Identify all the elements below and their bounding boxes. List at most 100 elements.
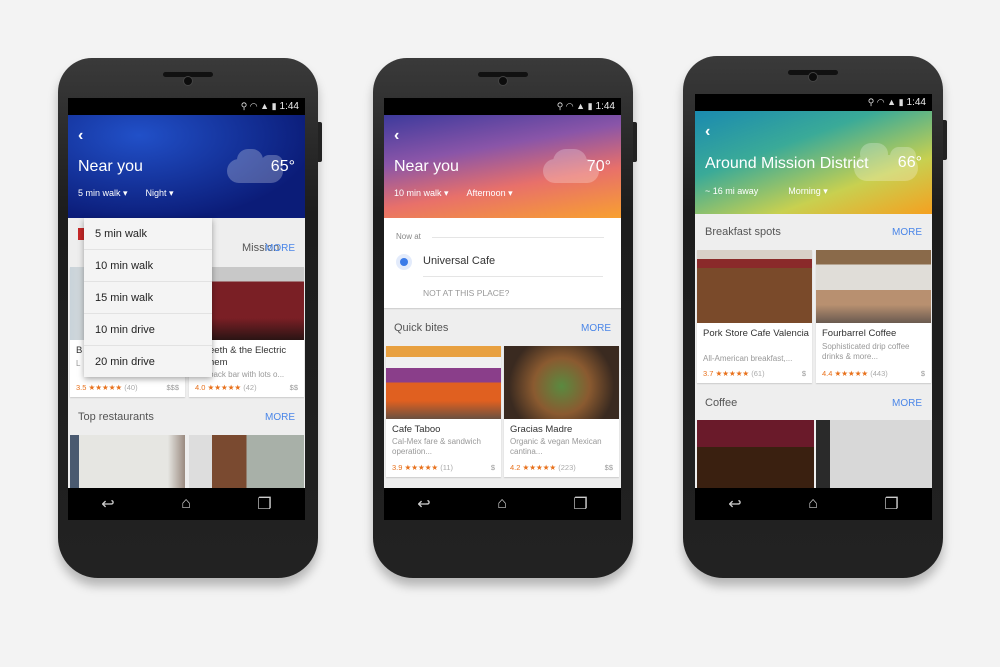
place-photo[interactable] xyxy=(70,435,185,490)
place-description: Cal-Mex fare & sandwich operation... xyxy=(392,437,481,456)
divider xyxy=(423,276,603,277)
place-photo xyxy=(697,250,812,323)
dropdown-option[interactable]: 10 min drive xyxy=(84,314,212,346)
place-card[interactable]: Cafe Taboo Cal-Mex fare & sandwich opera… xyxy=(386,346,501,477)
divider xyxy=(432,237,604,238)
header: ‹ Near you 70° 10 min walk ▾ Afternoon ▾ xyxy=(384,115,621,218)
now-at-card: Now at Universal Cafe NOT AT THIS PLACE? xyxy=(384,218,621,308)
time-filter[interactable]: Morning ▾ xyxy=(788,186,828,196)
price-level: $$$ xyxy=(166,383,179,392)
rating-value: 4.0 xyxy=(195,383,206,392)
time-filter[interactable]: Afternoon ▾ xyxy=(467,188,513,198)
current-place[interactable]: Universal Cafe xyxy=(423,255,495,267)
temperature: 70° xyxy=(586,158,611,175)
review-count: (443) xyxy=(870,369,888,378)
dropdown-option[interactable]: 15 min walk xyxy=(84,282,212,314)
price-level: $$ xyxy=(604,463,613,472)
screen-2: ⚲ ◠ ▲ ▮ 1:44 ‹ Near you 70° 10 min walk ▾… xyxy=(384,98,621,520)
section-title: Coffee xyxy=(705,397,738,409)
review-count: (40) xyxy=(124,383,138,392)
status-bar: ⚲ ◠ ▲ ▮ 1:44 xyxy=(384,98,621,115)
star-icons: ★★★★★ xyxy=(715,369,750,378)
back-icon[interactable]: ↩ xyxy=(728,494,741,514)
clock: 1:44 xyxy=(279,101,299,112)
temperature: 65° xyxy=(270,158,295,175)
place-description: Sophisticated drip coffee drinks & more.… xyxy=(822,342,910,361)
back-icon[interactable]: ↩ xyxy=(417,494,430,514)
price-level: $ xyxy=(801,369,806,378)
recents-icon[interactable]: ❐ xyxy=(257,494,271,514)
header: ‹ Near you 65° 5 min walk ▾ Night ▾ xyxy=(68,115,305,218)
nav-bar: ↩ ⌂ ❐ xyxy=(695,488,932,520)
more-button[interactable]: MORE xyxy=(892,398,922,409)
place-photo xyxy=(504,346,619,419)
distance-filter[interactable]: 5 min walk ▾ xyxy=(78,188,128,198)
rating: 4.4 ★★★★★ (443) xyxy=(822,369,888,378)
star-icons: ★★★★★ xyxy=(522,463,557,472)
rating-value: 3.5 xyxy=(76,383,87,392)
price-level: $ xyxy=(920,369,925,378)
distance-dropdown: 5 min walk 10 min walk 15 min walk 10 mi… xyxy=(84,218,212,377)
clock: 1:44 xyxy=(595,101,615,112)
recents-icon[interactable]: ❐ xyxy=(573,494,587,514)
place-name: Cafe Taboo xyxy=(392,424,441,435)
radio-selected-icon[interactable] xyxy=(396,254,412,270)
not-at-this-place-link[interactable]: NOT AT THIS PLACE? xyxy=(423,288,509,298)
dropdown-option[interactable]: 5 min walk xyxy=(84,218,212,250)
power-button xyxy=(633,122,637,162)
place-card[interactable]: Pork Store Cafe Valencia All-American br… xyxy=(697,250,812,383)
place-photo xyxy=(816,250,931,323)
star-icons: ★★★★★ xyxy=(404,463,439,472)
more-button[interactable]: MORE xyxy=(265,412,295,423)
more-button[interactable]: MORE xyxy=(892,227,922,238)
home-icon[interactable]: ⌂ xyxy=(497,495,507,513)
review-count: (42) xyxy=(243,383,257,392)
price-level: $$ xyxy=(289,383,298,392)
place-photo[interactable] xyxy=(189,435,304,490)
place-description: Organic & vegan Mexican cantina... xyxy=(510,437,602,456)
place-name: Pork Store Cafe Valencia xyxy=(703,328,809,339)
back-icon[interactable]: ↩ xyxy=(101,494,114,514)
status-icons: ⚲ ◠ ▲ ▮ xyxy=(867,97,904,107)
star-icons: ★★★★★ xyxy=(88,383,123,392)
status-icons: ⚲ ◠ ▲ ▮ xyxy=(556,101,593,111)
home-icon[interactable]: ⌂ xyxy=(808,495,818,513)
place-card[interactable]: Gracias Madre Organic & vegan Mexican ca… xyxy=(504,346,619,477)
dropdown-option[interactable]: 20 min drive xyxy=(84,346,212,378)
dropdown-option[interactable]: 10 min walk xyxy=(84,250,212,282)
place-name: eeth & the Electric xyxy=(209,345,287,356)
more-button[interactable]: MORE xyxy=(581,323,611,334)
back-icon[interactable]: ‹ xyxy=(705,123,710,141)
nav-bar: ↩ ⌂ ❐ xyxy=(68,488,305,520)
home-icon[interactable]: ⌂ xyxy=(181,495,191,513)
back-icon[interactable]: ‹ xyxy=(394,127,399,145)
screen-3: ⚲ ◠ ▲ ▮ 1:44 ‹ Around Mission District 66… xyxy=(695,94,932,520)
rating: 4.2 ★★★★★ (223) xyxy=(510,463,576,472)
back-icon[interactable]: ‹ xyxy=(78,127,83,145)
section-title: Top restaurants xyxy=(78,411,154,423)
power-button xyxy=(943,120,947,160)
place-card[interactable]: Fourbarrel Coffee Sophisticated drip cof… xyxy=(816,250,931,383)
place-name: Fourbarrel Coffee xyxy=(822,328,897,339)
more-button[interactable]: MORE xyxy=(265,243,295,254)
place-name-cont: hem xyxy=(209,357,228,368)
rating: 3.9 ★★★★★ (11) xyxy=(392,463,453,472)
clock: 1:44 xyxy=(906,97,926,108)
review-count: (61) xyxy=(751,369,765,378)
status-bar: ⚲ ◠ ▲ ▮ 1:44 xyxy=(68,98,305,115)
time-filter[interactable]: Night ▾ xyxy=(146,188,174,198)
rating-value: 4.2 xyxy=(510,463,521,472)
rating-value: 3.7 xyxy=(703,369,714,378)
recents-icon[interactable]: ❐ xyxy=(884,494,898,514)
place-photo[interactable] xyxy=(816,420,932,488)
review-count: (223) xyxy=(558,463,576,472)
review-count: (11) xyxy=(440,463,454,472)
camera xyxy=(498,76,508,86)
temperature: 66° xyxy=(897,154,922,171)
place-photo[interactable] xyxy=(697,420,814,488)
rating: 4.0 ★★★★★ (42) xyxy=(195,383,257,392)
camera xyxy=(808,72,818,82)
place-name: Gracias Madre xyxy=(510,424,573,435)
distance-filter[interactable]: 10 min walk ▾ xyxy=(394,188,449,198)
rating-value: 3.9 xyxy=(392,463,403,472)
